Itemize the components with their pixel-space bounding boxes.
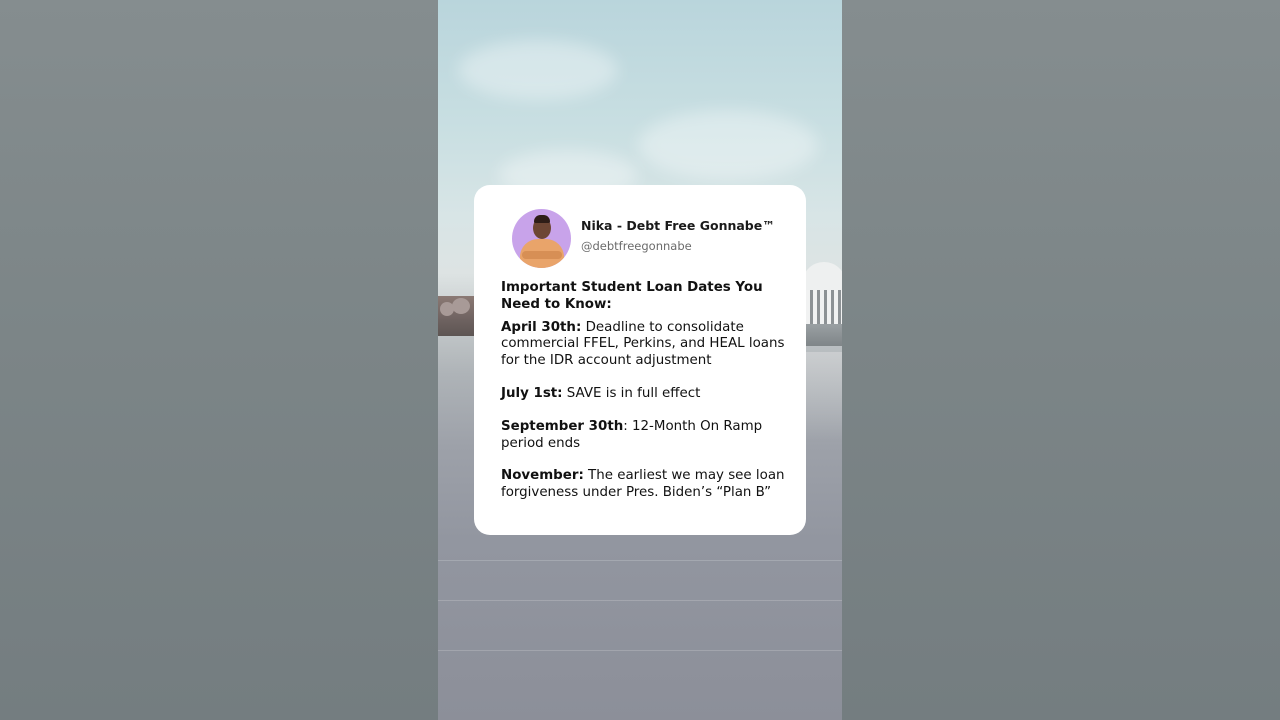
water-ripple (438, 650, 842, 651)
memorial-building (802, 262, 842, 352)
item-date: September 30th (501, 418, 624, 434)
list-item: September 30th: 12-Month On Ramp period … (501, 419, 791, 453)
blurred-background-right (842, 0, 1280, 720)
item-text: SAVE is in full effect (562, 385, 701, 401)
post-body: Important Student Loan Dates You Need to… (501, 280, 791, 502)
list-item: July 1st: SAVE is in full effect (501, 386, 791, 403)
item-date: November: (501, 468, 584, 484)
list-item: April 30th: Deadline to consolidate comm… (501, 320, 791, 370)
item-date: July 1st: (501, 385, 563, 401)
post-heading: Important Student Loan Dates You Need to… (501, 280, 763, 312)
cloud (458, 40, 618, 100)
cloud (638, 110, 818, 180)
shoreline-trees (438, 296, 478, 336)
video-frame: Nika - Debt Free Gonnabe™ @debtfreegonna… (0, 0, 1280, 720)
post-card: Nika - Debt Free Gonnabe™ @debtfreegonna… (474, 185, 806, 535)
water-ripple (438, 600, 842, 601)
water-reflection (806, 352, 842, 442)
blurred-background-left (0, 0, 438, 720)
list-item: November: The earliest we may see loan f… (501, 468, 791, 502)
water-ripple (438, 560, 842, 561)
profile-name[interactable]: Nika - Debt Free Gonnabe™ (581, 218, 775, 233)
avatar[interactable] (512, 209, 571, 268)
item-date: April 30th: (501, 319, 582, 335)
profile-handle[interactable]: @debtfreegonnabe (581, 239, 692, 253)
